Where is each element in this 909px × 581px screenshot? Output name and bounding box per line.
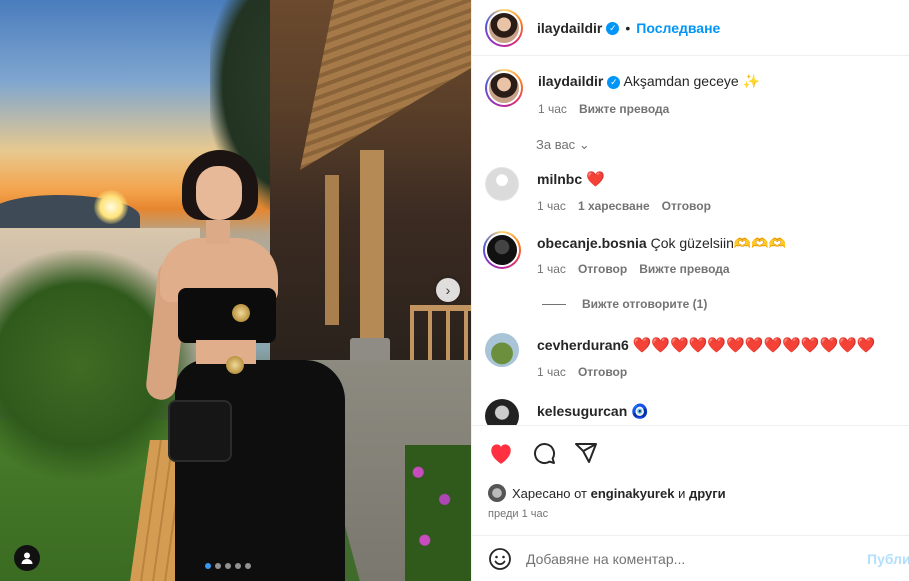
dress-top [178, 288, 276, 343]
comment-text: Çok güzelsiin🫶🫶🫶 [650, 235, 787, 251]
dress-skirt [175, 360, 345, 581]
follow-button[interactable]: Последване [636, 20, 720, 36]
comment-time: 1 час [537, 262, 566, 276]
likes-others-button[interactable]: други [689, 486, 726, 501]
post-comment-button[interactable]: Публикуване [867, 551, 909, 567]
see-translation-button[interactable]: Вижте превода [579, 102, 669, 116]
comment-item: obecanje.bosnia Çok güzelsiin🫶🫶🫶 1 час О… [483, 231, 787, 276]
comment-composer: Публикуване [472, 535, 909, 581]
separator: • [625, 19, 631, 36]
emoji-icon[interactable] [488, 547, 512, 571]
commenter-username[interactable]: obecanje.bosnia [537, 235, 647, 251]
liked-by: Харесано от enginakyurek и други [488, 484, 726, 502]
caption-username[interactable]: ilaydaildir [538, 73, 603, 89]
carousel-dot [245, 563, 251, 569]
see-translation-button[interactable]: Вижте превода [639, 262, 729, 276]
person-icon [21, 552, 33, 564]
pillar [325, 175, 339, 325]
verified-badge-icon: ✓ [606, 22, 620, 36]
commenter-avatar[interactable] [485, 167, 519, 201]
carousel-indicators [205, 563, 251, 569]
view-replies-label: Вижте отговорите (1) [582, 297, 708, 311]
comment-item: kelesugurcan 🧿 [485, 399, 649, 425]
comment-time: 1 час [537, 199, 566, 213]
comments-list[interactable]: ilaydaildir ✓ Akşamdan geceye ✨ 1 час Виж… [472, 57, 909, 425]
caption: ilaydaildir ✓ Akşamdan geceye ✨ 1 час Виж… [485, 69, 760, 116]
flowers [405, 445, 471, 581]
reply-button[interactable]: Отговор [662, 199, 711, 213]
commenter-avatar[interactable] [483, 231, 521, 269]
sort-filter-dropdown[interactable]: За вас ⌄ [536, 137, 590, 153]
comment-likes-count[interactable]: 1 харесване [578, 199, 650, 213]
comment-item: cevherduran6 ❤️❤️❤️❤️❤️❤️❤️❤️❤️❤️❤️❤️❤️ … [485, 333, 876, 379]
tagged-users-button[interactable] [14, 545, 40, 571]
post-actions: Харесано от enginakyurek и други преди 1… [472, 425, 909, 520]
brooch [232, 304, 250, 322]
post-photo[interactable]: › [0, 0, 471, 581]
caption-avatar[interactable] [485, 69, 523, 107]
view-replies-button[interactable]: Вижте отговорите (1) [542, 297, 707, 311]
commenter-avatar[interactable] [485, 399, 519, 425]
share-icon[interactable] [574, 441, 598, 465]
reply-button[interactable]: Отговор [578, 365, 627, 379]
commenter-username[interactable]: milnbc [537, 171, 582, 187]
carousel-dot [225, 563, 231, 569]
post-details-panel: ilaydaildir ✓ • Последване ilaydaildir ✓ A… [471, 0, 909, 581]
commenter-avatar[interactable] [485, 333, 519, 367]
caption-text: Akşamdan geceye ✨ [623, 73, 760, 89]
verified-badge-icon: ✓ [607, 75, 621, 89]
carousel-dot [205, 563, 211, 569]
liker-avatar[interactable] [488, 484, 506, 502]
reply-button[interactable]: Отговор [578, 262, 627, 276]
next-slide-button[interactable]: › [436, 278, 460, 302]
commenter-username[interactable]: kelesugurcan [537, 403, 627, 419]
post-time: преди 1 час [488, 508, 549, 520]
carousel-dot [235, 563, 241, 569]
chevron-right-icon: › [445, 282, 451, 298]
comment-text: ❤️ [586, 171, 605, 188]
comment-time: 1 час [537, 365, 566, 379]
sort-filter-label: За вас [536, 137, 576, 152]
liker-username[interactable]: enginakyurek [591, 486, 675, 501]
pillar [360, 150, 384, 350]
brooch [226, 356, 244, 374]
comment-icon[interactable] [532, 441, 556, 465]
divider [542, 303, 566, 305]
author-username[interactable]: ilaydaildir ✓ [537, 20, 620, 36]
caption-time: 1 час [538, 102, 567, 116]
comment-input[interactable] [526, 550, 867, 567]
railing [410, 305, 471, 365]
comment-text: 🧿 [631, 403, 649, 419]
sun [94, 190, 128, 224]
author-avatar[interactable] [485, 8, 523, 47]
like-heart-icon[interactable] [488, 441, 514, 465]
comment-text: ❤️❤️❤️❤️❤️❤️❤️❤️❤️❤️❤️❤️❤️ [632, 337, 876, 354]
carousel-dot [215, 563, 221, 569]
comment-item: milnbc ❤️ 1 час 1 харесване Отговор [485, 167, 711, 213]
commenter-username[interactable]: cevherduran6 [537, 337, 629, 353]
face [196, 166, 242, 220]
chevron-down-icon: ⌄ [578, 137, 590, 152]
post-header: ilaydaildir ✓ • Последване [472, 0, 909, 56]
handbag [168, 400, 232, 462]
